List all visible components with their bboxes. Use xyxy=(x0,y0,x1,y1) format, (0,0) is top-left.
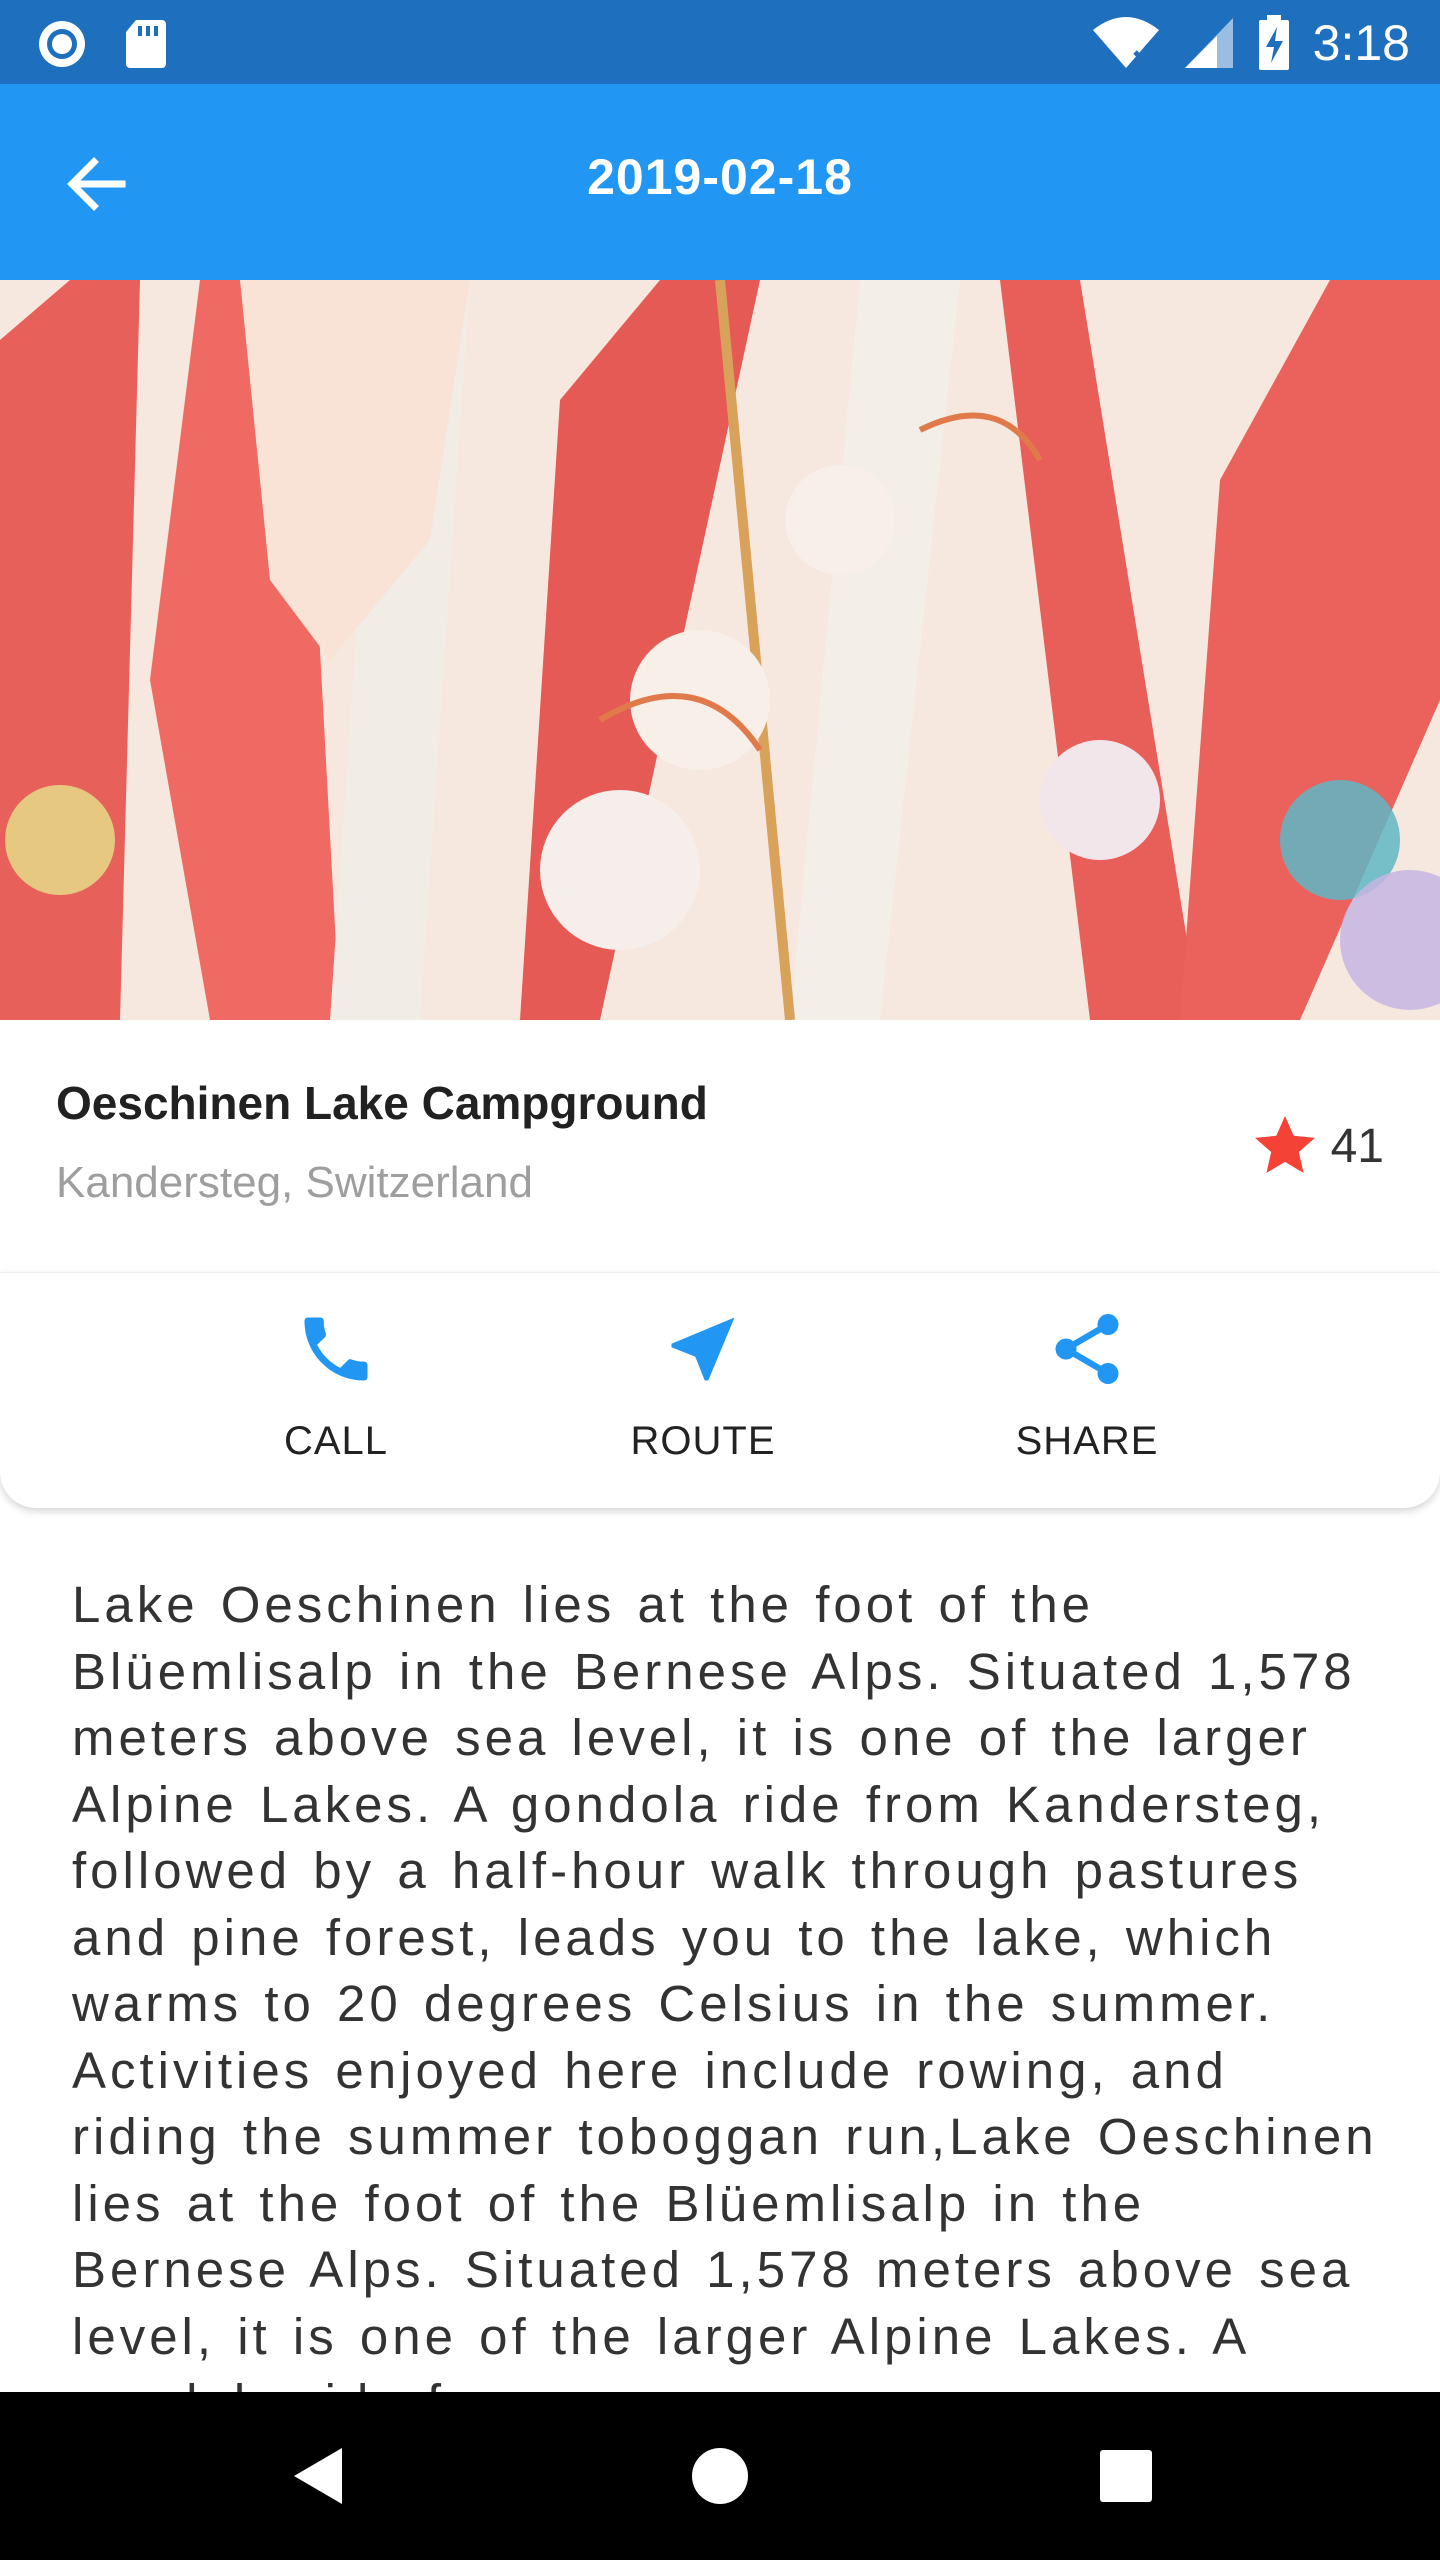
share-label: SHARE xyxy=(1015,1419,1159,1463)
call-button[interactable]: CALL xyxy=(196,1307,476,1464)
battery-charging-icon xyxy=(1258,15,1289,70)
status-time: 3:18 xyxy=(1312,15,1410,71)
route-label: ROUTE xyxy=(630,1419,776,1463)
hero-image xyxy=(0,280,1440,1020)
status-right-icons: 3:18 xyxy=(1091,14,1410,72)
recents-square-icon[interactable] xyxy=(1086,2436,1166,2516)
circle-notification-icon xyxy=(39,21,85,67)
wifi-icon xyxy=(1092,17,1159,68)
place-header: Oeschinen Lake Campground Kandersteg, Sw… xyxy=(0,1020,1440,1270)
description-text: Lake Oeschinen lies at the foot of the B… xyxy=(72,1576,1378,2392)
app-bar: 2019-02-18 xyxy=(0,84,1440,280)
navigation-icon xyxy=(671,1317,735,1381)
place-location: Kandersteg, Switzerland xyxy=(56,1158,533,1207)
home-circle-icon[interactable] xyxy=(680,2436,760,2516)
sd-card-icon xyxy=(126,20,166,68)
cell-signal-icon xyxy=(1184,18,1233,68)
share-button[interactable]: SHARE xyxy=(947,1307,1227,1464)
actions-bar: CALL ROUTE SHARE xyxy=(0,1272,1440,1508)
rating-count: 41 xyxy=(1330,1119,1384,1173)
route-button[interactable]: ROUTE xyxy=(563,1307,843,1464)
star-icon xyxy=(1254,1116,1315,1173)
call-label: CALL xyxy=(283,1419,389,1463)
share-icon xyxy=(1055,1314,1119,1384)
system-nav-bar xyxy=(0,2392,1440,2560)
phone-icon xyxy=(304,1317,368,1381)
kimono-photo xyxy=(0,280,1440,1020)
status-bar: 3:18 xyxy=(0,0,1440,84)
back-triangle-icon[interactable] xyxy=(280,2436,360,2516)
rating[interactable]: 41 xyxy=(1249,1110,1384,1182)
status-left-icons xyxy=(36,18,168,70)
place-name: Oeschinen Lake Campground xyxy=(56,1077,708,1129)
page-title: 2019-02-18 xyxy=(587,149,853,205)
